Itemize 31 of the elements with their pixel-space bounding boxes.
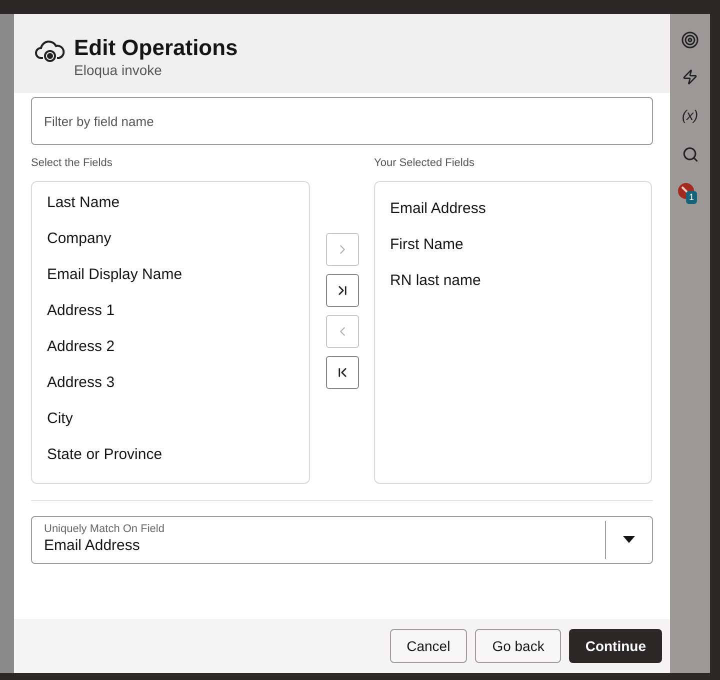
target-icon[interactable]	[681, 31, 699, 49]
field-list-item[interactable]: Company	[47, 226, 294, 250]
field-list-item[interactable]: State or Province	[47, 442, 294, 466]
field-list-item[interactable]: City	[47, 406, 294, 430]
move-all-left-button[interactable]	[326, 356, 358, 389]
variables-button[interactable]: (x)	[682, 105, 698, 126]
field-list-item[interactable]: RN last name	[390, 268, 636, 292]
select-label: Uniquely Match On Field	[44, 523, 166, 537]
search-icon[interactable]	[682, 146, 698, 163]
cloud-target-icon	[34, 38, 66, 64]
list-label: Select the Fields	[31, 156, 114, 171]
field-list-item[interactable]: Email Address	[390, 196, 636, 220]
filter-field[interactable]: Filter by field name	[31, 97, 653, 145]
select-value: Email Address	[44, 537, 141, 556]
field-list-item[interactable]: First Name	[390, 232, 636, 256]
list-label: Your Selected Fields	[374, 156, 476, 171]
secondary-button[interactable]: Cancel	[390, 629, 468, 663]
field-list-item[interactable]: Address 3	[47, 370, 294, 394]
dialog-title: Edit Operations	[74, 34, 238, 62]
dropdown-caret-icon	[623, 536, 635, 543]
move-all-right-button[interactable]	[326, 274, 358, 307]
field-list-item[interactable]: Email Display Name	[47, 262, 294, 286]
field-list-item[interactable]: Address 1	[47, 298, 294, 322]
bolt-icon[interactable]	[682, 69, 698, 85]
error-count-badge: 1	[686, 191, 698, 204]
match-field-select[interactable]: Uniquely Match On Field Email Address	[31, 516, 653, 564]
field-list-item[interactable]: Address 2	[47, 334, 294, 358]
field-list-item[interactable]: Last Name	[47, 190, 294, 214]
dialog-subtitle: Eloqua invoke	[74, 62, 163, 79]
continue-button[interactable]: Continue	[569, 629, 662, 663]
secondary-button[interactable]: Go back	[475, 629, 562, 663]
